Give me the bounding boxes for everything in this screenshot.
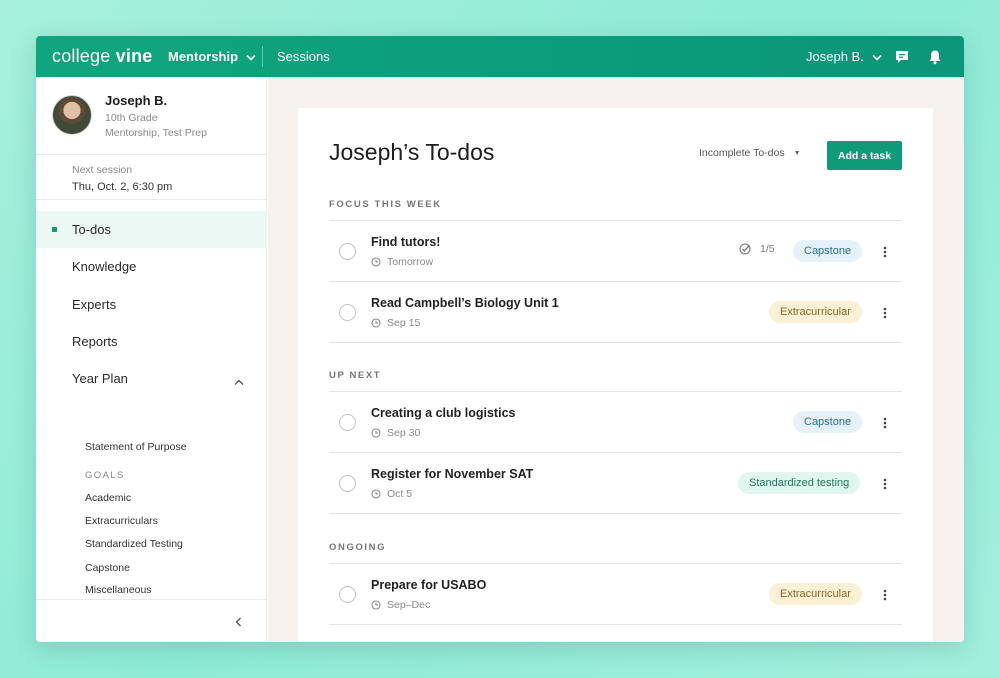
complete-checkbox[interactable] xyxy=(339,475,356,492)
subtask-progress: 1/5 xyxy=(739,243,775,255)
student-grade: 10th Grade xyxy=(105,112,158,124)
todo-title[interactable]: Find tutors! xyxy=(371,235,440,249)
todo-item: Creating a club logistics Sep 30 Capston… xyxy=(329,392,902,453)
next-session-value: Thu, Oct. 2, 6:30 pm xyxy=(72,181,173,193)
todo-due-text: Sep 30 xyxy=(387,427,421,439)
clock-icon xyxy=(371,428,381,438)
next-session: Next session Thu, Oct. 2, 6:30 pm xyxy=(36,155,267,200)
page-title: Joseph’s To-dos xyxy=(329,139,495,165)
tag-badge: Standardized testing xyxy=(738,472,861,494)
more-options-icon[interactable] xyxy=(876,586,894,604)
sidebar-item-experts[interactable]: Experts xyxy=(36,286,267,323)
year-plan-statement[interactable]: Statement of Purpose xyxy=(85,441,187,453)
todo-title[interactable]: Creating a club logistics xyxy=(371,406,515,420)
more-options-icon[interactable] xyxy=(876,304,894,322)
user-menu[interactable]: Joseph B. xyxy=(806,36,882,77)
filter-label: Incomplete To-dos xyxy=(699,147,785,159)
todo-title[interactable]: Register for November SAT xyxy=(371,467,533,481)
check-circle-icon xyxy=(739,243,751,255)
todo-due: Oct 5 xyxy=(371,488,412,500)
sidebar-item-label: Reports xyxy=(72,334,118,349)
goal-standardized-testing[interactable]: Standardized Testing xyxy=(85,538,183,550)
section-heading: FOCUS THIS WEEK xyxy=(329,199,442,210)
user-name: Joseph B. xyxy=(806,49,864,64)
student-services: Mentorship, Test Prep xyxy=(105,127,207,139)
complete-checkbox[interactable] xyxy=(339,414,356,431)
goal-academic[interactable]: Academic xyxy=(85,492,131,504)
goal-extracurriculars[interactable]: Extracurriculars xyxy=(85,515,158,527)
todo-filter-dropdown[interactable]: Incomplete To-dos ▼ xyxy=(699,147,801,159)
sidebar-item-label: Experts xyxy=(72,297,117,312)
sidebar-item-label: Knowledge xyxy=(72,259,137,274)
more-options-icon[interactable] xyxy=(876,475,894,493)
collegevine-logo[interactable]: college vine xyxy=(52,46,152,67)
nav-divider xyxy=(262,46,263,67)
todos-card: Joseph’s To-dos Incomplete To-dos ▼ Add … xyxy=(298,108,933,642)
chevron-up-icon xyxy=(234,374,244,389)
clock-icon xyxy=(371,318,381,328)
complete-checkbox[interactable] xyxy=(339,586,356,603)
section-heading: UP NEXT xyxy=(329,370,382,381)
app-window: college vine Mentorship Sessions Joseph … xyxy=(36,36,964,642)
mentorship-label: Mentorship xyxy=(168,49,239,64)
complete-checkbox[interactable] xyxy=(339,243,356,260)
complete-checkbox[interactable] xyxy=(339,304,356,321)
goal-capstone[interactable]: Capstone xyxy=(85,562,130,574)
avatar xyxy=(52,95,92,135)
todo-due: Tomorrow xyxy=(371,256,433,268)
main-content: Joseph’s To-dos Incomplete To-dos ▼ Add … xyxy=(268,77,964,642)
todo-title[interactable]: Prepare for USABO xyxy=(371,578,486,592)
sidebar-item-knowledge[interactable]: Knowledge xyxy=(36,248,267,285)
todo-due-text: Oct 5 xyxy=(387,488,413,500)
tag-badge: Extracurricular xyxy=(769,301,862,323)
more-options-icon[interactable] xyxy=(876,414,894,432)
active-marker xyxy=(52,227,57,232)
goal-miscellaneous[interactable]: Miscellaneous xyxy=(85,584,152,596)
sessions-link[interactable]: Sessions xyxy=(277,36,330,77)
todo-due: Sep 15 xyxy=(371,317,420,329)
todo-due-text: Sep–Dec xyxy=(387,599,431,611)
sidebar: Joseph B. 10th Grade Mentorship, Test Pr… xyxy=(36,77,267,642)
todo-due: Sep–Dec xyxy=(371,599,430,611)
clock-icon xyxy=(371,600,381,610)
tag-badge: Capstone xyxy=(793,411,863,433)
todo-due-text: Sep 15 xyxy=(387,317,421,329)
chat-icon[interactable] xyxy=(892,47,912,67)
todo-item: Register for November SAT Oct 5 Standard… xyxy=(329,453,902,514)
todo-due-text: Tomorrow xyxy=(387,256,434,268)
chevron-down-icon xyxy=(872,49,882,64)
collapse-sidebar-icon[interactable] xyxy=(230,614,246,630)
sidebar-item-label: Year Plan xyxy=(72,371,128,386)
sidebar-footer xyxy=(36,599,267,642)
clock-icon xyxy=(371,257,381,267)
student-name: Joseph B. xyxy=(105,93,168,108)
todo-item: Read Campbell’s Biology Unit 1 Sep 15 Ex… xyxy=(329,282,902,343)
bell-icon[interactable] xyxy=(925,47,945,67)
top-navbar: college vine Mentorship Sessions Joseph … xyxy=(36,36,964,77)
clock-icon xyxy=(371,489,381,499)
sidebar-item-reports[interactable]: Reports xyxy=(36,323,267,360)
todo-title[interactable]: Read Campbell’s Biology Unit 1 xyxy=(371,296,559,310)
tag-badge: Extracurricular xyxy=(769,583,862,605)
caret-down-icon: ▼ xyxy=(793,149,801,157)
chevron-down-icon xyxy=(246,49,256,64)
sidebar-item-todos[interactable]: To-dos xyxy=(36,211,267,248)
todo-item: Find tutors! Tomorrow 1/5 Capstone xyxy=(329,221,902,282)
sidebar-item-label: To-dos xyxy=(72,222,112,237)
todo-due: Sep 30 xyxy=(371,427,420,439)
section-heading: ONGOING xyxy=(329,542,387,553)
goals-heading: GOALS xyxy=(85,470,125,481)
add-task-button[interactable]: Add a task xyxy=(827,141,902,170)
tag-badge: Capstone xyxy=(793,240,863,262)
subtask-count: 1/5 xyxy=(760,243,775,255)
more-options-icon[interactable] xyxy=(876,243,894,261)
sidebar-item-year-plan[interactable]: Year Plan xyxy=(36,360,267,397)
next-session-label: Next session xyxy=(72,164,133,176)
todo-item: Prepare for USABO Sep–Dec Extracurricula… xyxy=(329,564,902,625)
student-profile: Joseph B. 10th Grade Mentorship, Test Pr… xyxy=(36,77,267,155)
mentorship-dropdown[interactable]: Mentorship xyxy=(168,36,256,77)
